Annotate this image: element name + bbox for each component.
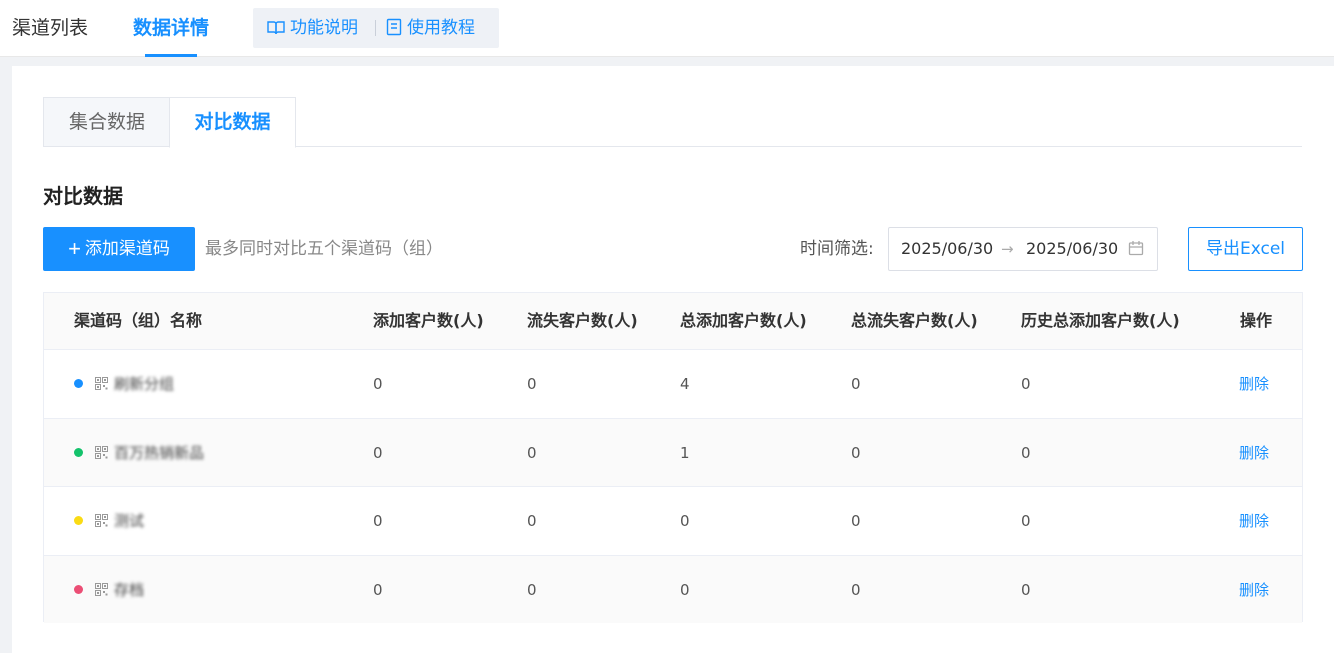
data-tabs: 集合数据 对比数据 [43, 97, 1302, 148]
calendar-icon [1128, 241, 1144, 256]
delete-link[interactable]: 删除 [1239, 419, 1269, 487]
section-title: 对比数据 [43, 184, 123, 208]
lost-count: 0 [527, 512, 537, 530]
history-total-added-count: 0 [1021, 580, 1031, 599]
history-total-added-count: 0 [1021, 375, 1031, 393]
series-color-dot [74, 379, 83, 388]
added-count: 0 [373, 512, 383, 530]
channel-name: 刷新分组 [114, 375, 175, 393]
header-actions: 操作 [1240, 311, 1273, 330]
tab-channel-list[interactable]: 渠道列表 [12, 0, 88, 57]
qr-code-icon [95, 377, 108, 390]
added-count: 0 [373, 580, 383, 599]
history-total-added-count: 0 [1021, 443, 1031, 462]
channel-name: 百万热销新品 [114, 443, 205, 462]
lost-count: 0 [527, 443, 537, 462]
total-added-count: 4 [680, 375, 690, 393]
table-row: 百万热销新品 0 0 1 0 0 删除 [44, 417, 1302, 487]
delete-link[interactable]: 删除 [1239, 350, 1269, 418]
compare-table: 渠道码（组）名称 添加客户数(人) 流失客户数(人) 总添加客户数(人) 总流失… [43, 292, 1303, 624]
compare-hint: 最多同时对比五个渠道码（组） [205, 239, 443, 259]
tutorial-link[interactable]: 使用教程 [386, 8, 475, 48]
channel-name: 测试 [114, 512, 145, 530]
total-added-count: 1 [680, 443, 690, 462]
total-lost-count: 0 [851, 512, 861, 530]
document-icon [386, 18, 402, 36]
add-channel-code-button[interactable]: + 添加渠道码 [43, 227, 195, 271]
date-range-picker[interactable]: 2025/06/30 → 2025/06/30 [888, 227, 1158, 271]
feature-description-link[interactable]: 功能说明 [267, 8, 358, 48]
history-total-added-count: 0 [1021, 512, 1031, 530]
tutorial-label: 使用教程 [407, 18, 475, 38]
header-added: 添加客户数(人) [373, 311, 484, 330]
plus-icon: + [68, 236, 81, 261]
export-excel-button[interactable]: 导出Excel [1188, 227, 1303, 271]
qr-code-icon [95, 445, 108, 459]
table-row: 刷新分组 0 0 4 0 0 删除 [44, 349, 1302, 417]
total-lost-count: 0 [851, 580, 861, 599]
header-history-total-added: 历史总添加客户数(人) [1021, 311, 1180, 330]
range-arrow-icon: → [1001, 240, 1014, 258]
series-color-dot [74, 516, 83, 525]
tab-compare-data[interactable]: 对比数据 [169, 97, 296, 148]
time-filter-label: 时间筛选: [800, 239, 874, 259]
table-header: 渠道码（组）名称 添加客户数(人) 流失客户数(人) 总添加客户数(人) 总流失… [44, 293, 1302, 349]
added-count: 0 [373, 443, 383, 462]
top-navigation: 渠道列表 数据详情 功能说明 使用教程 [0, 0, 1334, 57]
tab-data-details[interactable]: 数据详情 [133, 0, 209, 57]
delete-link[interactable]: 删除 [1239, 556, 1269, 624]
book-icon [267, 21, 285, 35]
total-lost-count: 0 [851, 443, 861, 462]
lost-count: 0 [527, 375, 537, 393]
qr-code-icon [95, 514, 108, 527]
added-count: 0 [373, 375, 383, 393]
divider [375, 20, 376, 36]
start-date[interactable]: 2025/06/30 [901, 228, 993, 270]
total-lost-count: 0 [851, 375, 861, 393]
tab-aggregate-data[interactable]: 集合数据 [43, 97, 170, 147]
total-added-count: 0 [680, 580, 690, 599]
table-row: 测试 0 0 0 0 0 删除 [44, 486, 1302, 554]
main-panel: 集合数据 对比数据 对比数据 + 添加渠道码 最多同时对比五个渠道码（组） 时间筛… [12, 66, 1334, 653]
lost-count: 0 [527, 580, 537, 599]
header-total-added: 总添加客户数(人) [680, 311, 807, 330]
feature-description-label: 功能说明 [290, 18, 358, 38]
help-links: 功能说明 使用教程 [253, 8, 499, 48]
series-color-dot [74, 584, 83, 594]
add-channel-code-label: 添加渠道码 [84, 239, 170, 258]
channel-name: 存档 [114, 580, 145, 599]
qr-code-icon [95, 582, 108, 596]
header-channel-name: 渠道码（组）名称 [74, 311, 203, 330]
series-color-dot [74, 447, 83, 457]
total-added-count: 0 [680, 512, 690, 530]
header-lost: 流失客户数(人) [527, 311, 638, 330]
table-row: 存档 0 0 0 0 0 删除 [44, 554, 1302, 624]
end-date[interactable]: 2025/06/30 [1026, 228, 1118, 270]
header-total-lost: 总流失客户数(人) [851, 311, 978, 330]
delete-link[interactable]: 删除 [1239, 487, 1269, 555]
